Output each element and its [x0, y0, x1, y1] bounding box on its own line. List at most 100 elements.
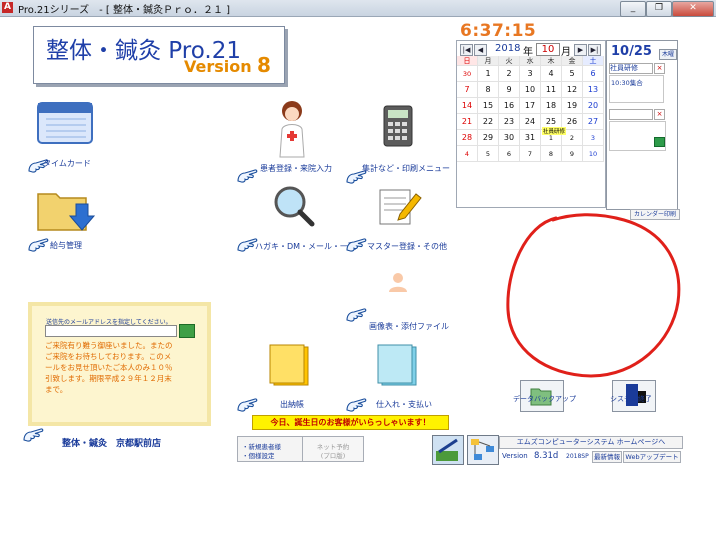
- event-close-button-2[interactable]: ×: [654, 109, 665, 120]
- purchase-label[interactable]: 仕入れ・支払い: [376, 399, 432, 410]
- hand-pointer-icon: [346, 398, 367, 412]
- magnifier-icon: [274, 186, 315, 227]
- calendar-day[interactable]: 30: [457, 66, 478, 82]
- calendar-day[interactable]: 7: [520, 146, 541, 162]
- calendar-day[interactable]: 10: [520, 82, 541, 98]
- calendar-day[interactable]: 15: [478, 98, 499, 114]
- patient-label[interactable]: 患者登録・来院入力: [260, 163, 332, 174]
- calendar-day[interactable]: 9: [499, 82, 520, 98]
- purchase-menu[interactable]: [376, 343, 420, 387]
- calendar-day[interactable]: 7: [457, 82, 478, 98]
- birthday-banner[interactable]: 今日、誕生日のお客様がいらっしゃいます！: [252, 415, 449, 430]
- calendar-day[interactable]: 16: [499, 98, 520, 114]
- payroll-label[interactable]: 給与管理: [50, 240, 82, 251]
- logo-version-label: Version: [184, 57, 252, 76]
- restore-button[interactable]: ❐: [646, 1, 672, 17]
- calendar-day[interactable]: 11: [541, 82, 562, 98]
- backup-label[interactable]: データバックアップ: [513, 394, 576, 404]
- calendar-day[interactable]: 19: [562, 98, 583, 114]
- event-title-2[interactable]: [609, 109, 653, 120]
- calendar-day[interactable]: 8: [478, 82, 499, 98]
- exit-label[interactable]: システム終了: [610, 394, 652, 404]
- calendar-day[interactable]: 1: [478, 66, 499, 82]
- red-circle-annotation: [506, 213, 681, 378]
- reservation-label: ・個様設定: [242, 452, 275, 460]
- web-update-button[interactable]: Webアップデート: [623, 451, 681, 463]
- calendar-day[interactable]: 8: [541, 146, 562, 162]
- prev-month-button[interactable]: ◀: [474, 44, 487, 56]
- calendar-day[interactable]: 3: [520, 66, 541, 82]
- calendar-month[interactable]: 10: [536, 43, 560, 56]
- postcard-label[interactable]: ハガキ・DM・メール・一覧: [255, 241, 356, 252]
- hand-pointer-icon: [23, 428, 44, 442]
- calendar-day[interactable]: 17: [520, 98, 541, 114]
- calendar-day[interactable]: 13: [583, 82, 604, 98]
- event-close-button[interactable]: ×: [654, 63, 665, 74]
- master-menu[interactable]: [378, 184, 422, 226]
- calendar-day[interactable]: 4: [457, 146, 478, 162]
- event-panel: 10/25 木曜 社員研修 × 10:30集合 ×: [606, 40, 678, 210]
- hand-pointer-icon: [346, 308, 367, 322]
- calendar-day[interactable]: 23: [499, 114, 520, 130]
- stats-menu[interactable]: [382, 104, 416, 148]
- calendar-day[interactable]: 3: [583, 130, 604, 146]
- window-title: Pro.21シリーズ - [ 整体・鍼灸Ｐｒｏ．２１ ]: [18, 5, 231, 16]
- new-patient-button[interactable]: ・新規患者様 ・個様設定: [237, 436, 303, 462]
- event-entry[interactable]: 10:30集合: [609, 75, 664, 103]
- calendar-day[interactable]: 12: [562, 82, 583, 98]
- close-button[interactable]: ✕: [672, 1, 714, 17]
- prev-year-button[interactable]: |◀: [460, 44, 473, 56]
- mail-message[interactable]: ご来院有り難う御座いました。またのご来院をお待ちしております。このメールをお見せ…: [45, 340, 175, 402]
- mail-address-input[interactable]: [45, 325, 177, 337]
- calendar-event-tag[interactable]: 社員研修: [542, 127, 567, 135]
- accounting-menu[interactable]: [268, 343, 312, 387]
- calendar-day[interactable]: 6: [583, 66, 604, 82]
- weekday-header: 月: [478, 56, 499, 66]
- patient-menu[interactable]: [272, 97, 312, 159]
- calendar-day[interactable]: 2: [499, 66, 520, 82]
- event-save-icon[interactable]: [654, 137, 665, 147]
- accounting-label[interactable]: 出納帳: [280, 399, 304, 410]
- next-month-button[interactable]: ▶: [574, 44, 587, 56]
- homepage-button[interactable]: エムズコンピューターシステム ホームページへ: [499, 436, 683, 449]
- calendar-day[interactable]: 20: [583, 98, 604, 114]
- calendar-day[interactable]: 24: [520, 114, 541, 130]
- calendar-day[interactable]: 6: [499, 146, 520, 162]
- calendar-day[interactable]: 22: [478, 114, 499, 130]
- calendar-day[interactable]: 5: [478, 146, 499, 162]
- event-weekday: 木曜: [659, 49, 677, 60]
- calendar-day[interactable]: 14: [457, 98, 478, 114]
- image-menu[interactable]: [386, 270, 410, 294]
- calendar-day[interactable]: 5: [562, 66, 583, 82]
- image-label[interactable]: 画像表・添付ファイル: [369, 321, 449, 332]
- next-year-button[interactable]: ▶|: [588, 44, 601, 56]
- net-booking-button[interactable]: ネット予約 (プロ版): [302, 436, 364, 462]
- payroll-menu[interactable]: [36, 186, 96, 236]
- calendar-day[interactable]: 21: [457, 114, 478, 130]
- calendar-day[interactable]: 9: [562, 146, 583, 162]
- weekday-header: 金: [562, 56, 583, 66]
- mail-panel: 送信先のメールアドレスを指定してください。 ご来院有り難う御座いました。またのご…: [28, 302, 211, 426]
- clock: 6:37:15: [460, 21, 537, 41]
- clinic-name[interactable]: 整体・鍼灸 京都駅前店: [62, 436, 161, 449]
- calendar-day[interactable]: 27: [583, 114, 604, 130]
- calendar-day[interactable]: 30: [499, 130, 520, 146]
- timecard-menu[interactable]: [36, 97, 96, 147]
- calendar-day[interactable]: 28: [457, 130, 478, 146]
- master-label[interactable]: マスター登録・その他: [367, 241, 447, 252]
- calendar-year: 2018: [495, 43, 521, 54]
- calendar-day[interactable]: 31: [520, 130, 541, 146]
- postcard-menu[interactable]: [272, 184, 316, 228]
- latest-info-button[interactable]: 最新情報: [592, 451, 622, 463]
- mail-send-icon[interactable]: [179, 324, 195, 338]
- network-tool-button[interactable]: [467, 435, 499, 465]
- calendar-day[interactable]: 4: [541, 66, 562, 82]
- paint-tool-button[interactable]: [432, 435, 464, 465]
- calendar-day[interactable]: 29: [478, 130, 499, 146]
- calendar-day[interactable]: 18: [541, 98, 562, 114]
- calendar-day[interactable]: 10: [583, 146, 604, 162]
- timecard-label[interactable]: タイムカード: [43, 158, 91, 169]
- stats-label[interactable]: 集計など・印刷メニュー: [362, 163, 450, 174]
- minimize-button[interactable]: _: [620, 1, 646, 17]
- event-date: 10/25: [611, 44, 652, 59]
